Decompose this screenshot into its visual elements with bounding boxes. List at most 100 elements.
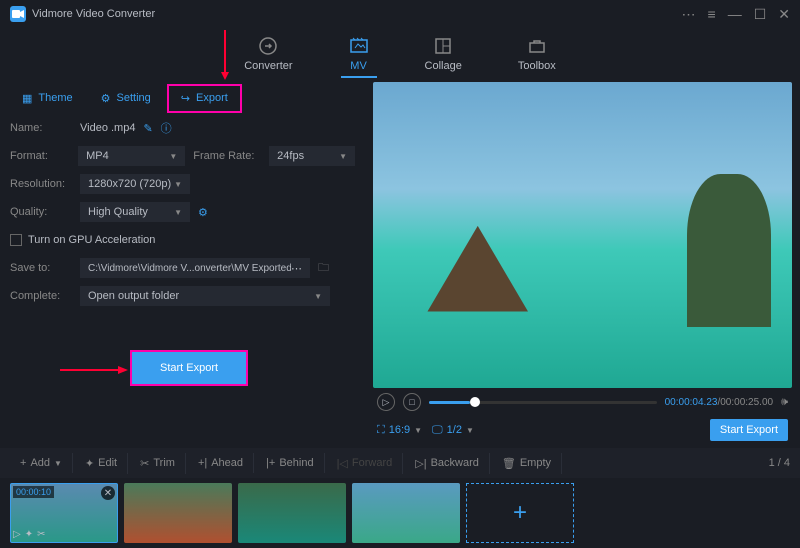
scissors-icon: ✂: [140, 457, 149, 470]
behind-label: Behind: [279, 457, 313, 469]
app-logo: [10, 6, 26, 22]
annotation-arrow-2: [60, 365, 130, 375]
more-icon[interactable]: ⋯: [291, 262, 302, 275]
saveto-value: C:\Vidmore\Vidmore V...onverter\MV Expor…: [88, 263, 291, 274]
tab-converter-label: Converter: [244, 60, 292, 72]
export-icon: ↪: [181, 92, 190, 105]
trim-label: Trim: [153, 457, 175, 469]
subtab-export-label: Export: [196, 92, 228, 104]
start-export-button[interactable]: Start Export: [130, 350, 248, 386]
clip-thumbnail-2[interactable]: [124, 483, 232, 543]
tab-mv[interactable]: MV: [341, 32, 377, 78]
gpu-label: Turn on GPU Acceleration: [28, 234, 155, 246]
volume-icon[interactable]: 🕪: [781, 396, 788, 409]
chevron-down-icon: ▼: [169, 152, 177, 161]
aspect-icon: ⛶: [377, 424, 385, 437]
add-label: Add: [30, 457, 50, 469]
chevron-down-icon: ▼: [174, 180, 182, 189]
resolution-value: 1280x720 (720p): [88, 178, 171, 190]
remove-clip-button[interactable]: ✕: [101, 486, 115, 500]
tab-collage[interactable]: Collage: [417, 32, 470, 78]
setting-icon: ⚙: [101, 92, 111, 105]
forward-icon: |◁: [337, 457, 348, 470]
star-icon[interactable]: ✦: [25, 529, 33, 540]
stop-button[interactable]: □: [403, 393, 421, 411]
aspect-value: 16:9: [389, 424, 410, 436]
ahead-icon: +|: [198, 457, 207, 469]
complete-dropdown[interactable]: Open output folder▼: [80, 286, 330, 306]
saveto-path[interactable]: C:\Vidmore\Vidmore V...onverter\MV Expor…: [80, 258, 310, 278]
empty-button[interactable]: 🗑Empty: [492, 453, 562, 474]
add-button[interactable]: + Add ▼: [10, 453, 73, 473]
zoom-value: 1/2: [447, 424, 462, 436]
subtab-setting[interactable]: ⚙ Setting: [89, 86, 163, 111]
framerate-dropdown[interactable]: 24fps ▼: [269, 146, 355, 166]
clip-thumbnail-1[interactable]: 00:00:10 ✕ ▷ ✦ ✂: [10, 483, 118, 543]
trash-icon: 🗑: [502, 457, 516, 470]
chevron-down-icon: ▼: [54, 459, 62, 468]
page-indicator: 1 / 4: [769, 457, 790, 469]
menu-icon[interactable]: ≡: [708, 6, 716, 22]
quality-value: High Quality: [88, 206, 148, 218]
format-dropdown[interactable]: MP4▼: [78, 146, 185, 166]
chevron-down-icon: ▼: [339, 152, 347, 161]
backward-button[interactable]: ▷|Backward: [405, 453, 490, 474]
subtab-export[interactable]: ↪ Export: [167, 84, 242, 113]
forward-button[interactable]: |◁Forward: [327, 453, 404, 474]
saveto-label: Save to:: [10, 262, 72, 274]
app-title: Vidmore Video Converter: [32, 8, 155, 20]
cut-icon[interactable]: ✂: [37, 529, 45, 540]
quality-dropdown[interactable]: High Quality ▼: [80, 202, 190, 222]
edit-label: Edit: [98, 457, 117, 469]
video-preview[interactable]: [373, 82, 792, 388]
collage-icon: [433, 36, 453, 56]
subtab-theme-label: Theme: [38, 92, 72, 104]
play-clip-icon[interactable]: ▷: [13, 529, 21, 540]
name-value: Video .mp4: [80, 122, 135, 134]
chevron-down-icon: ▼: [174, 208, 182, 217]
minimize-button[interactable]: —: [728, 6, 742, 22]
seek-slider[interactable]: [429, 401, 657, 404]
tab-collage-label: Collage: [425, 60, 462, 72]
chevron-down-icon: ▼: [414, 426, 422, 435]
maximize-button[interactable]: ☐: [754, 6, 767, 23]
add-clip-button[interactable]: +: [466, 483, 574, 543]
wand-icon: ✦: [85, 457, 94, 470]
quality-label: Quality:: [10, 206, 72, 218]
complete-label: Complete:: [10, 290, 72, 302]
quality-settings-button[interactable]: ⚙: [198, 206, 208, 219]
open-folder-button[interactable]: 🗀: [318, 259, 329, 278]
complete-value: Open output folder: [88, 290, 179, 302]
feedback-icon[interactable]: ⋯: [682, 6, 696, 23]
ahead-label: Ahead: [211, 457, 243, 469]
framerate-label: Frame Rate:: [193, 150, 261, 162]
trim-button[interactable]: ✂ Trim: [130, 453, 186, 474]
mv-icon: [349, 36, 369, 56]
tab-converter[interactable]: Converter: [236, 32, 300, 78]
tab-toolbox-label: Toolbox: [518, 60, 556, 72]
tab-toolbox[interactable]: Toolbox: [510, 32, 564, 78]
ahead-button[interactable]: +| Ahead: [188, 453, 254, 473]
clip-thumbnail-3[interactable]: [238, 483, 346, 543]
close-button[interactable]: ✕: [778, 6, 790, 23]
behind-icon: |+: [266, 457, 275, 469]
resolution-dropdown[interactable]: 1280x720 (720p)▼: [80, 174, 190, 194]
tab-mv-label: MV: [350, 60, 367, 72]
edit-button[interactable]: ✦ Edit: [75, 453, 128, 474]
gpu-checkbox[interactable]: [10, 234, 22, 246]
subtab-theme[interactable]: ▦ Theme: [10, 86, 85, 111]
play-button[interactable]: ▷: [377, 393, 395, 411]
info-button[interactable]: ⓘ: [161, 120, 172, 136]
backward-label: Backward: [431, 457, 479, 469]
format-label: Format:: [10, 150, 70, 162]
aspect-dropdown[interactable]: ⛶ 16:9 ▼: [377, 424, 422, 437]
resolution-label: Resolution:: [10, 178, 72, 190]
edit-name-button[interactable]: ✎: [143, 122, 152, 135]
zoom-dropdown[interactable]: 🖵1/2▼: [432, 424, 474, 437]
clip-duration: 00:00:10: [13, 486, 54, 498]
clip-thumbnail-4[interactable]: [352, 483, 460, 543]
framerate-value: 24fps: [277, 150, 304, 162]
start-export-small-button[interactable]: Start Export: [710, 419, 788, 441]
plus-icon: +: [20, 457, 26, 469]
behind-button[interactable]: |+ Behind: [256, 453, 325, 473]
